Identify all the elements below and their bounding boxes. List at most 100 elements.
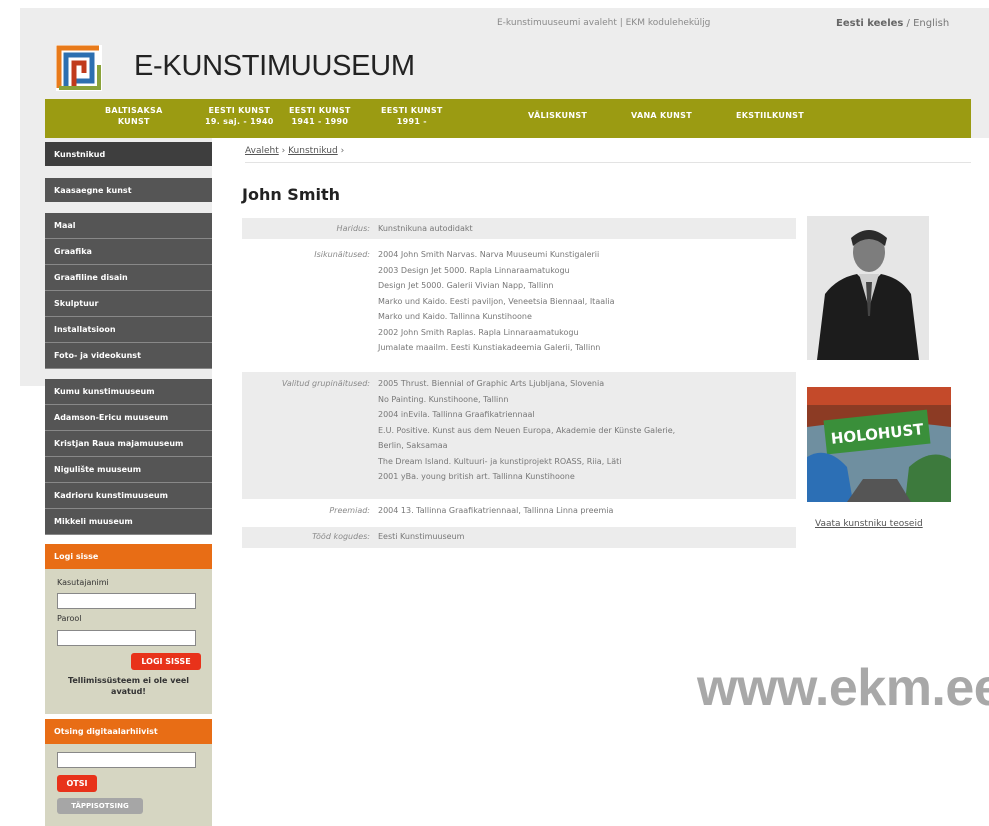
search-panel: OTSI TÄPPISOTSING	[45, 744, 212, 826]
nav-label: 1941 - 1990	[291, 117, 349, 126]
info-label: Preemiad:	[329, 506, 370, 515]
nav-label: EESTI KUNST	[208, 106, 271, 115]
sidebar-item-contemporary-art[interactable]: Kaasaegne kunst	[45, 178, 212, 202]
info-value: 2004 John Smith Narvas. Narva Muuseumi K…	[378, 250, 600, 259]
info-value: Kunstnikuna autodidakt	[378, 224, 473, 233]
breadcrumb-home[interactable]: Avaleht	[245, 146, 279, 156]
lang-estonian[interactable]: Eesti keeles	[836, 18, 903, 29]
artist-portrait	[807, 216, 929, 360]
site-title[interactable]: E-KUNSTIMUUSEUM	[134, 50, 415, 83]
sidebar-item-kristjan-raud[interactable]: Kristjan Raua majamuuseum	[45, 431, 212, 457]
sidebar-item-graphic-design[interactable]: Graafiline disain	[45, 265, 212, 291]
nav-label: EESTI KUNST	[289, 106, 351, 115]
sidebar-item-installation[interactable]: Installatsioon	[45, 317, 212, 343]
info-values: 2004 John Smith Narvas. Narva Muuseumi K…	[378, 247, 788, 356]
sidebar-item-artists[interactable]: Kunstnikud	[45, 142, 212, 166]
ekm-homepage-link[interactable]: EKM koduleheküljg	[626, 18, 711, 28]
nav-label: BALTISAKSA	[105, 106, 163, 115]
search-button[interactable]: OTSI	[57, 775, 97, 792]
info-value: 2005 Thrust. Biennial of Graphic Arts Lj…	[378, 379, 605, 388]
info-value: 2001 yBa. young british art. Tallinna Ku…	[378, 472, 575, 481]
info-value: No Painting. Kunstihoone, Tallinn	[378, 394, 509, 404]
sidebar-item-kadriorg[interactable]: Kadrioru kunstimuuseum	[45, 483, 212, 509]
sidebar-item-sculpture[interactable]: Skulptuur	[45, 291, 212, 317]
nav-label: EKSTIILKUNST	[736, 111, 805, 120]
nav-item-estonian-art-1991[interactable]: EESTI KUNST 1991 -	[381, 105, 443, 127]
sidebar-item-niguliste[interactable]: Nigulište muuseum	[45, 457, 212, 483]
info-value: Marko und Kaido. Eesti paviljon, Veneets…	[378, 296, 615, 306]
nav-item-foreign-art[interactable]: VÄLISKUNST	[528, 110, 587, 121]
info-row-awards: Preemiad: 2004 13. Tallinna Graafikatrie…	[242, 503, 796, 523]
info-value: Eesti Kunstimuuseum	[378, 532, 465, 541]
info-values: Eesti Kunstimuuseum	[378, 529, 788, 545]
link-separator: |	[616, 18, 626, 28]
info-label: Valitud grupinäitused:	[281, 379, 370, 388]
info-label: Isikunäitused:	[314, 250, 370, 259]
nav-item-textile-art[interactable]: EKSTIILKUNST	[736, 110, 804, 121]
breadcrumb-divider	[245, 162, 971, 163]
nav-label: 19. saj. - 1940	[205, 117, 274, 126]
lang-english[interactable]: English	[913, 18, 949, 29]
sidebar-item-painting[interactable]: Maal	[45, 213, 212, 239]
login-button[interactable]: LOGI SISSE	[131, 653, 201, 670]
info-value: Jumalate maailm. Eesti Kunstiakadeemia G…	[378, 343, 601, 352]
language-switch: Eesti keeles / English	[836, 18, 949, 29]
nav-item-baltic-german-art[interactable]: BALTISAKSA KUNST	[105, 105, 163, 127]
info-value: 2002 John Smith Raplas. Rapla Linnaraama…	[378, 327, 579, 337]
info-values: 2005 Thrust. Biennial of Graphic Arts Lj…	[378, 376, 788, 485]
info-label: Haridus:	[336, 224, 370, 233]
info-row-solo-exhibitions: Isikunäitused: 2004 John Smith Narvas. N…	[242, 247, 796, 371]
advanced-search-button[interactable]: TÄPPISOTSING	[57, 798, 143, 814]
sidebar-museum-list: Kumu kunstimuuseum Adamson-Ericu muuseum…	[45, 379, 212, 535]
password-label: Parool	[57, 614, 82, 623]
username-label: Kasutajanimi	[57, 578, 109, 587]
nav-item-estonian-art-1940[interactable]: EESTI KUNST 19. saj. - 1940	[205, 105, 274, 127]
breadcrumb-artists[interactable]: Kunstnikud	[288, 146, 338, 156]
artist-name: John Smith	[242, 185, 341, 204]
breadcrumb-sep: ›	[337, 146, 345, 156]
nav-label: EESTI KUNST	[381, 106, 443, 115]
nav-item-old-art[interactable]: VANA KUNST	[631, 110, 692, 121]
username-field[interactable]	[57, 593, 196, 609]
sidebar-item-graphics[interactable]: Graafika	[45, 239, 212, 265]
view-artworks-link[interactable]: Vaata kunstniku teoseid	[815, 519, 923, 529]
info-value: Berlin, Saksamaa	[378, 441, 448, 450]
nav-label: VANA KUNST	[631, 111, 692, 120]
login-panel-title: Logi sisse	[45, 544, 212, 569]
archive-search-input[interactable]	[57, 752, 196, 768]
sidebar-category-list: Maal Graafika Graafiline disain Skulptuu…	[45, 213, 212, 369]
info-value: 2003 Design Jet 5000. Rapla Linnaraamatu…	[378, 265, 570, 275]
login-note: Tellimissüsteem ei ole veel avatud!	[67, 676, 190, 696]
museum-logo-icon[interactable]	[56, 45, 102, 91]
sidebar-item-kumu[interactable]: Kumu kunstimuuseum	[45, 379, 212, 405]
nav-label: 1991 -	[396, 117, 427, 126]
sidebar-item-adamson-eric[interactable]: Adamson-Ericu muuseum	[45, 405, 212, 431]
info-label: Tööd kogudes:	[312, 532, 370, 541]
info-value: 2004 inEvila. Tallinna Graafikatriennaal	[378, 410, 535, 419]
info-value: The Dream Island. Kultuuri- ja kunstipro…	[378, 456, 622, 466]
info-row-education: Haridus: Kunstnikuna autodidakt	[242, 218, 796, 239]
lang-separator: /	[903, 18, 914, 29]
nav-item-estonian-art-1990[interactable]: EESTI KUNST 1941 - 1990	[289, 105, 351, 127]
nav-label: KUNST	[117, 117, 150, 126]
main-navigation: BALTISAKSA KUNST EESTI KUNST 19. saj. - 19…	[45, 99, 971, 138]
info-value: Design Jet 5000. Galerii Vivian Napp, Ta…	[378, 281, 554, 290]
artwork-image[interactable]: HOLOHUST	[807, 387, 951, 502]
sidebar-item-photo-video[interactable]: Foto- ja videokunst	[45, 343, 212, 369]
info-value: 2004 13. Tallinna Graafikatriennaal, Tal…	[378, 506, 614, 515]
watermark: www.ekm.ee	[697, 659, 989, 717]
info-values: 2004 13. Tallinna Graafikatriennaal, Tal…	[378, 503, 788, 519]
info-row-collections: Tööd kogudes: Eesti Kunstimuuseum	[242, 527, 796, 548]
info-value: E.U. Positive. Kunst aus dem Neuen Europ…	[378, 425, 676, 435]
login-panel: Kasutajanimi Parool LOGI SISSE Tellimiss…	[45, 569, 212, 714]
sidebar-item-mikkel[interactable]: Mikkeli muuseum	[45, 509, 212, 535]
breadcrumb-sep: ›	[278, 146, 289, 156]
breadcrumb: Avaleht › Kunstnikud ›	[245, 146, 344, 156]
password-field[interactable]	[57, 630, 196, 646]
top-links: E-kunstimuuseumi avaleht | EKM kodulehek…	[497, 18, 710, 28]
search-panel-title: Otsing digitaalarhiivist	[45, 719, 212, 744]
info-values: Kunstnikuna autodidakt	[378, 221, 788, 237]
info-row-group-exhibitions: Valitud grupinäitused: 2005 Thrust. Bien…	[242, 372, 796, 499]
home-link[interactable]: E-kunstimuuseumi avaleht	[497, 18, 617, 28]
info-value: Marko und Kaido. Tallinna Kunstihoone	[378, 312, 532, 321]
